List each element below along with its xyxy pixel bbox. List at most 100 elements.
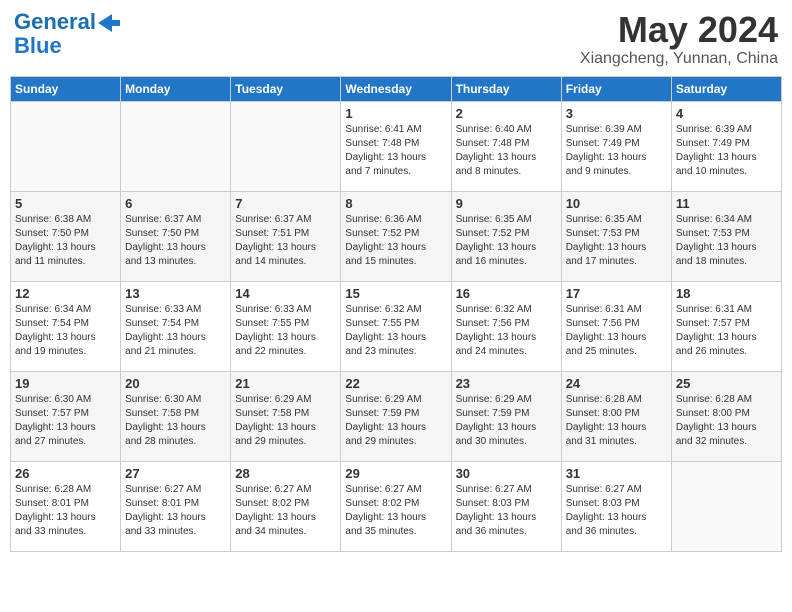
day-number: 22 <box>345 376 446 391</box>
cell-text: Sunrise: 6:33 AM Sunset: 7:54 PM Dayligh… <box>125 303 226 359</box>
logo-blue-text: Blue <box>14 34 62 58</box>
cell-text: Sunrise: 6:28 AM Sunset: 8:01 PM Dayligh… <box>15 483 116 539</box>
cell-text: Sunrise: 6:35 AM Sunset: 7:52 PM Dayligh… <box>456 213 557 269</box>
logo-text: General <box>14 10 96 34</box>
cell-text: Sunrise: 6:28 AM Sunset: 8:00 PM Dayligh… <box>566 393 667 449</box>
day-number: 26 <box>15 466 116 481</box>
day-number: 25 <box>676 376 777 391</box>
title-block: May 2024 Xiangcheng, Yunnan, China <box>580 10 778 68</box>
calendar-cell: 18 Sunrise: 6:31 AM Sunset: 7:57 PM Dayli… <box>671 281 781 371</box>
calendar-cell: 31 Sunrise: 6:27 AM Sunset: 8:03 PM Dayli… <box>561 461 671 551</box>
calendar-cell: 3Sunrise: 6:39 AM Sunset: 7:49 PM Daylig… <box>561 101 671 191</box>
day-number: 24 <box>566 376 667 391</box>
day-number: 16 <box>456 286 557 301</box>
header-cell-friday: Friday <box>561 76 671 101</box>
cell-text: Sunrise: 6:36 AM Sunset: 7:52 PM Dayligh… <box>345 213 446 269</box>
day-number: 12 <box>15 286 116 301</box>
calendar-cell: 22Sunrise: 6:29 AM Sunset: 7:59 PM Dayli… <box>341 371 451 461</box>
day-number: 5 <box>15 196 116 211</box>
calendar-cell: 26 Sunrise: 6:28 AM Sunset: 8:01 PM Dayli… <box>11 461 121 551</box>
day-number: 23 <box>456 376 557 391</box>
calendar-cell: 9 Sunrise: 6:35 AM Sunset: 7:52 PM Daylig… <box>451 191 561 281</box>
cell-text: Sunrise: 6:32 AM Sunset: 7:55 PM Dayligh… <box>345 303 446 359</box>
calendar-cell: 8 Sunrise: 6:36 AM Sunset: 7:52 PM Daylig… <box>341 191 451 281</box>
calendar-cell: 5 Sunrise: 6:38 AM Sunset: 7:50 PM Daylig… <box>11 191 121 281</box>
calendar-cell: 25 Sunrise: 6:28 AM Sunset: 8:00 PM Dayli… <box>671 371 781 461</box>
header-cell-saturday: Saturday <box>671 76 781 101</box>
calendar-cell: 16 Sunrise: 6:32 AM Sunset: 7:56 PM Dayli… <box>451 281 561 371</box>
calendar-cell: 2 Sunrise: 6:40 AM Sunset: 7:48 PM Daylig… <box>451 101 561 191</box>
calendar-cell: 12 Sunrise: 6:34 AM Sunset: 7:54 PM Dayli… <box>11 281 121 371</box>
calendar-cell <box>121 101 231 191</box>
calendar-cell <box>11 101 121 191</box>
cell-text: Sunrise: 6:40 AM Sunset: 7:48 PM Dayligh… <box>456 123 557 179</box>
calendar-cell: 29 Sunrise: 6:27 AM Sunset: 8:02 PM Dayli… <box>341 461 451 551</box>
cell-text: Sunrise: 6:30 AM Sunset: 7:57 PM Dayligh… <box>15 393 116 449</box>
day-number: 7 <box>235 196 336 211</box>
calendar-cell: 23 Sunrise: 6:29 AM Sunset: 7:59 PM Dayli… <box>451 371 561 461</box>
header-cell-wednesday: Wednesday <box>341 76 451 101</box>
calendar-header: SundayMondayTuesdayWednesdayThursdayFrid… <box>11 76 782 101</box>
day-number: 15 <box>345 286 446 301</box>
cell-text: Sunrise: 6:27 AM Sunset: 8:02 PM Dayligh… <box>345 483 446 539</box>
header-row: SundayMondayTuesdayWednesdayThursdayFrid… <box>11 76 782 101</box>
cell-text: Sunrise: 6:32 AM Sunset: 7:56 PM Dayligh… <box>456 303 557 359</box>
cell-text: Sunrise: 6:39 AM Sunset: 7:49 PM Dayligh… <box>566 123 667 179</box>
cell-text: Sunrise: 6:27 AM Sunset: 8:03 PM Dayligh… <box>456 483 557 539</box>
day-number: 27 <box>125 466 226 481</box>
week-row-1: 1 Sunrise: 6:41 AM Sunset: 7:48 PM Daylig… <box>11 101 782 191</box>
logo-arrow-icon <box>98 14 120 32</box>
day-number: 11 <box>676 196 777 211</box>
day-number: 20 <box>125 376 226 391</box>
calendar-cell: 24 Sunrise: 6:28 AM Sunset: 8:00 PM Dayli… <box>561 371 671 461</box>
calendar-cell <box>671 461 781 551</box>
calendar-cell: 13 Sunrise: 6:33 AM Sunset: 7:54 PM Dayli… <box>121 281 231 371</box>
day-number: 10 <box>566 196 667 211</box>
day-number: 18 <box>676 286 777 301</box>
day-number: 2 <box>456 106 557 121</box>
day-number: 29 <box>345 466 446 481</box>
logo: General Blue <box>14 10 120 58</box>
cell-text: Sunrise: 6:29 AM Sunset: 7:59 PM Dayligh… <box>456 393 557 449</box>
calendar-cell: 10 Sunrise: 6:35 AM Sunset: 7:53 PM Dayli… <box>561 191 671 281</box>
day-number: 31 <box>566 466 667 481</box>
calendar-cell: 15 Sunrise: 6:32 AM Sunset: 7:55 PM Dayli… <box>341 281 451 371</box>
calendar-cell <box>231 101 341 191</box>
calendar-cell: 4Sunrise: 6:39 AM Sunset: 7:49 PM Daylig… <box>671 101 781 191</box>
day-number: 14 <box>235 286 336 301</box>
cell-text: Sunrise: 6:27 AM Sunset: 8:02 PM Dayligh… <box>235 483 336 539</box>
header-cell-tuesday: Tuesday <box>231 76 341 101</box>
day-number: 30 <box>456 466 557 481</box>
calendar-cell: 11Sunrise: 6:34 AM Sunset: 7:53 PM Dayli… <box>671 191 781 281</box>
day-number: 17 <box>566 286 667 301</box>
cell-text: Sunrise: 6:28 AM Sunset: 8:00 PM Dayligh… <box>676 393 777 449</box>
day-number: 28 <box>235 466 336 481</box>
calendar-cell: 20Sunrise: 6:30 AM Sunset: 7:58 PM Dayli… <box>121 371 231 461</box>
cell-text: Sunrise: 6:27 AM Sunset: 8:03 PM Dayligh… <box>566 483 667 539</box>
month-year: May 2024 <box>580 10 778 50</box>
calendar-cell: 27 Sunrise: 6:27 AM Sunset: 8:01 PM Dayli… <box>121 461 231 551</box>
cell-text: Sunrise: 6:35 AM Sunset: 7:53 PM Dayligh… <box>566 213 667 269</box>
calendar-cell: 21Sunrise: 6:29 AM Sunset: 7:58 PM Dayli… <box>231 371 341 461</box>
calendar-cell: 14 Sunrise: 6:33 AM Sunset: 7:55 PM Dayli… <box>231 281 341 371</box>
week-row-3: 12 Sunrise: 6:34 AM Sunset: 7:54 PM Dayli… <box>11 281 782 371</box>
day-number: 1 <box>345 106 446 121</box>
header-cell-thursday: Thursday <box>451 76 561 101</box>
location: Xiangcheng, Yunnan, China <box>580 50 778 68</box>
day-number: 9 <box>456 196 557 211</box>
cell-text: Sunrise: 6:31 AM Sunset: 7:57 PM Dayligh… <box>676 303 777 359</box>
header-cell-sunday: Sunday <box>11 76 121 101</box>
week-row-4: 19Sunrise: 6:30 AM Sunset: 7:57 PM Dayli… <box>11 371 782 461</box>
cell-text: Sunrise: 6:37 AM Sunset: 7:51 PM Dayligh… <box>235 213 336 269</box>
day-number: 13 <box>125 286 226 301</box>
day-number: 6 <box>125 196 226 211</box>
cell-text: Sunrise: 6:38 AM Sunset: 7:50 PM Dayligh… <box>15 213 116 269</box>
cell-text: Sunrise: 6:33 AM Sunset: 7:55 PM Dayligh… <box>235 303 336 359</box>
calendar-cell: 17Sunrise: 6:31 AM Sunset: 7:56 PM Dayli… <box>561 281 671 371</box>
day-number: 8 <box>345 196 446 211</box>
cell-text: Sunrise: 6:27 AM Sunset: 8:01 PM Dayligh… <box>125 483 226 539</box>
page-header: General Blue May 2024 Xiangcheng, Yunnan… <box>10 10 782 68</box>
cell-text: Sunrise: 6:41 AM Sunset: 7:48 PM Dayligh… <box>345 123 446 179</box>
cell-text: Sunrise: 6:34 AM Sunset: 7:54 PM Dayligh… <box>15 303 116 359</box>
calendar-cell: 6Sunrise: 6:37 AM Sunset: 7:50 PM Daylig… <box>121 191 231 281</box>
